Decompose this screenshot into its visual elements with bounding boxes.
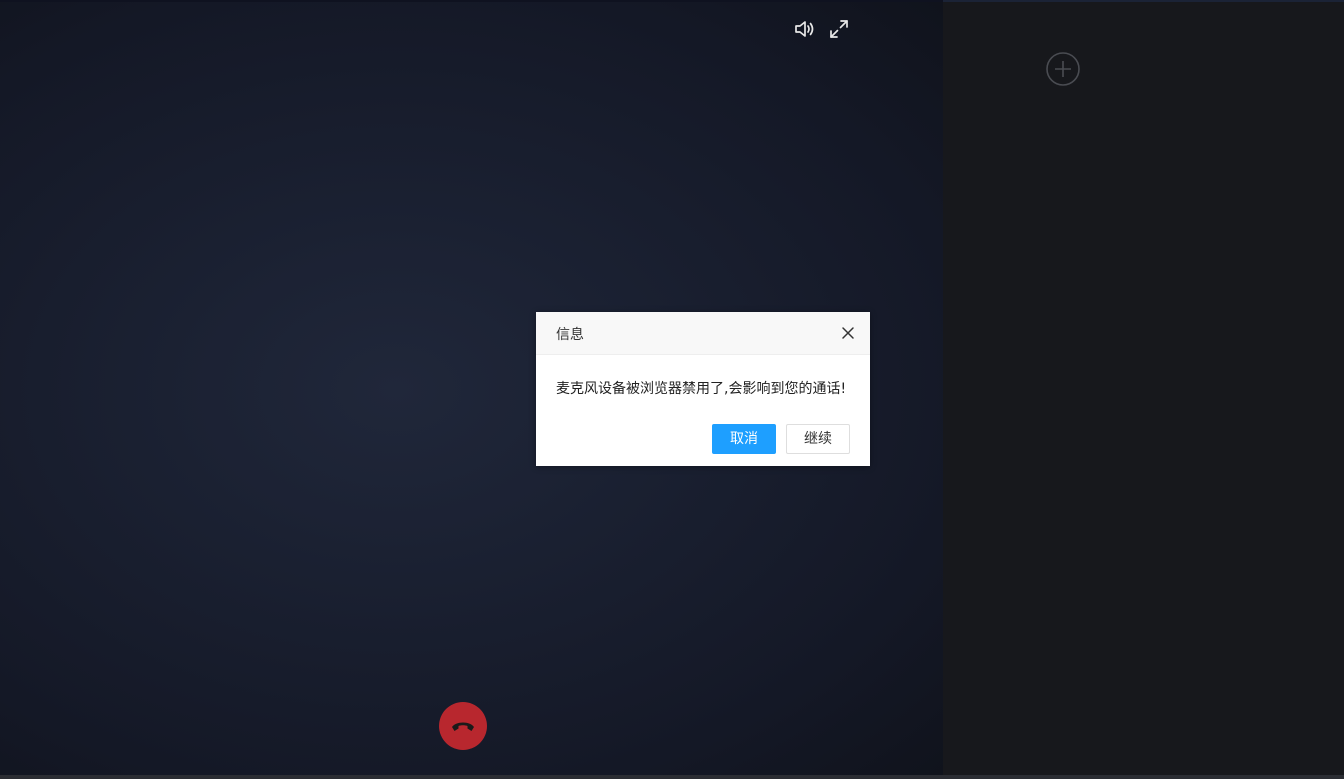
continue-button[interactable]: 继续 bbox=[786, 424, 850, 454]
hang-up-button[interactable] bbox=[439, 702, 487, 750]
video-call-app: 信息 麦克风设备被浏览器禁用了,会影响到您的通话! 取消 继续 bbox=[0, 0, 1344, 779]
fullscreen-icon[interactable] bbox=[826, 16, 852, 42]
dialog-title: 信息 bbox=[556, 327, 584, 343]
bottom-strip bbox=[0, 775, 1344, 779]
dialog-header: 信息 bbox=[536, 312, 870, 355]
phone-hangup-icon bbox=[452, 722, 474, 731]
cancel-button[interactable]: 取消 bbox=[712, 424, 776, 454]
side-panel bbox=[943, 0, 1344, 777]
plus-circle-icon bbox=[1046, 52, 1080, 86]
dialog-message: 麦克风设备被浏览器禁用了,会影响到您的通话! bbox=[556, 381, 847, 397]
add-participant-button[interactable] bbox=[1045, 51, 1081, 87]
speaker-icon[interactable] bbox=[791, 16, 817, 42]
info-dialog: 信息 麦克风设备被浏览器禁用了,会影响到您的通话! 取消 继续 bbox=[536, 312, 870, 466]
close-icon[interactable] bbox=[840, 325, 856, 341]
